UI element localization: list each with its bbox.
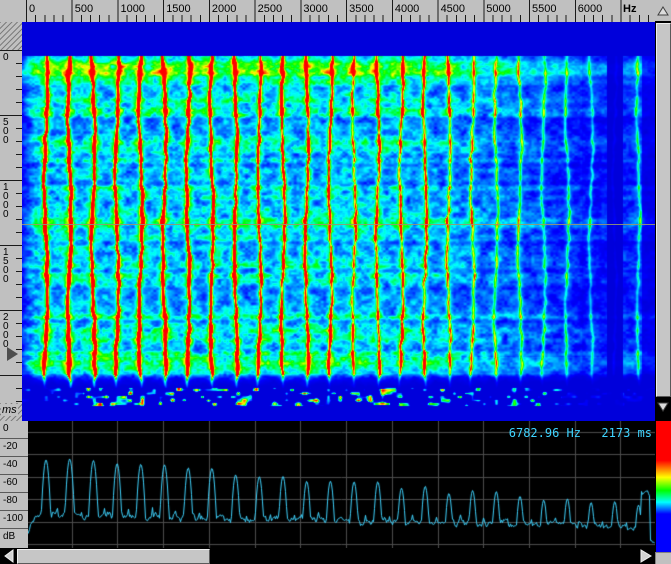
frequency-tick-label: 2000 [212,3,236,15]
frequency-tick-label: 1500 [166,3,190,15]
horizontal-scrollbar[interactable] [0,548,655,564]
frequency-unit-label: Hz [623,3,636,15]
spectrogram-canvas[interactable] [22,22,655,421]
frequency-tick-label: 5500 [532,3,556,15]
db-unit-label: dB [0,529,28,547]
frequency-tick-label: 500 [75,3,93,15]
db-tick-label: -40 [0,457,28,475]
pre-roll-hatch [0,22,22,50]
frequency-tick-label: 6000 [578,3,602,15]
frequency-tick-label: 3000 [303,3,327,15]
time-tick-label: 2000 [3,313,11,349]
intensity-colorbar [655,421,671,552]
db-tick-label: -20 [0,439,28,457]
frequency-ruler: Hz 0 500 1000 1500 2000 2500 3000 3500 4000 4500 5… [22,0,655,23]
frequency-tick-label: 1000 [120,3,144,15]
spectrum-canvas[interactable] [28,421,655,548]
time-cursor-line [22,224,655,225]
db-tick-label: -100 [0,511,28,529]
time-tick-label: 0 [3,53,11,62]
frequency-tick-label: 4500 [441,3,465,15]
frequency-tick-label: 2500 [258,3,282,15]
vertical-scrollbar-thumb[interactable] [656,23,671,397]
db-tick-label: -80 [0,493,28,511]
app-window: Hz 0 500 1000 1500 2000 2500 3000 3500 4000 4500 5… [0,0,671,564]
db-tick-label: 0 [0,421,28,439]
arrow-up-icon [657,6,669,16]
db-tick-label: -60 [0,475,28,493]
vertical-scrollbar[interactable] [655,0,671,421]
scroll-left-button[interactable] [0,548,17,564]
time-tick-label: 1500 [3,248,11,284]
corner-box-bottom-right [655,552,671,564]
frequency-minor-ticks [26,15,655,22]
time-ruler: ms 0 500 1000 1500 2000 [0,22,23,422]
time-unit-label: ms [1,404,18,416]
scroll-right-button[interactable] [636,548,655,564]
scroll-down-button[interactable] [655,397,671,417]
time-tick-label: 1000 [3,183,11,219]
frequency-tick-label: 0 [29,3,35,15]
arrow-left-icon [3,549,15,563]
spectrum-panel[interactable]: 6782.96 Hz 2173 ms [28,421,655,548]
arrow-down-icon [657,402,669,412]
frequency-tick-label: 5000 [486,3,510,15]
arrow-right-icon [639,549,653,563]
frequency-tick-label: 4000 [395,3,419,15]
db-ruler: 0 -20 -40 -60 -80 -100 dB [0,421,28,548]
horizontal-scrollbar-thumb[interactable] [17,549,210,564]
time-readout: 2173 ms [601,426,652,440]
frequency-readout: 6782.96 Hz [509,426,581,440]
frequency-tick-label: 3500 [349,3,373,15]
corner-box-top-left [0,0,23,23]
time-tick-label: 500 [3,118,11,145]
scroll-up-button[interactable] [655,0,671,22]
